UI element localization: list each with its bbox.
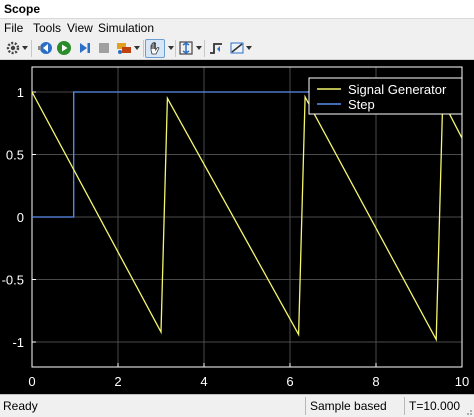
zoom-pan-hand-icon[interactable] xyxy=(145,39,165,58)
toolbar-separator xyxy=(31,40,32,57)
plot-legend[interactable]: Signal GeneratorStep xyxy=(308,77,463,115)
y-tick-label: 0.5 xyxy=(6,148,24,163)
status-ready: Ready xyxy=(3,399,38,413)
menu-tools[interactable]: Tools xyxy=(33,21,61,35)
scope-plot[interactable]: 1 0.5 0 -0.5 -1 0 2 4 6 8 10 Signal GeneratorStep xyxy=(0,60,474,394)
trigger-icon[interactable] xyxy=(208,40,224,56)
autoscale-icon[interactable] xyxy=(178,40,194,56)
zoom-dropdown-icon[interactable] xyxy=(168,46,174,50)
menu-view[interactable]: View xyxy=(67,21,93,35)
y-tick-label: -1 xyxy=(12,335,24,350)
menu-simulation[interactable]: Simulation xyxy=(98,21,154,35)
plot-series xyxy=(31,91,463,342)
y-axis-ticks: 1 0.5 0 -0.5 -1 xyxy=(2,85,36,350)
signal-generator-line xyxy=(31,91,463,342)
measurement-icon[interactable] xyxy=(229,40,245,56)
toolbar-separator xyxy=(175,40,176,57)
x-tick-label: 6 xyxy=(286,374,293,389)
step-forward-icon[interactable] xyxy=(77,40,93,56)
title-bar: Scope xyxy=(0,0,474,19)
y-tick-label: 0 xyxy=(17,210,24,225)
y-tick-label: 1 xyxy=(17,85,24,100)
scope-display[interactable]: 1 0.5 0 -0.5 -1 0 2 4 6 8 10 Signal Generator Step xyxy=(0,60,474,394)
settings-gear-icon[interactable] xyxy=(5,40,21,56)
resize-grip-icon[interactable] xyxy=(463,406,473,416)
highlight-icon[interactable] xyxy=(116,40,132,56)
x-tick-label: 4 xyxy=(200,374,207,389)
x-tick-label: 2 xyxy=(114,374,121,389)
stop-icon[interactable] xyxy=(96,40,112,56)
toolbar xyxy=(0,37,474,60)
step-back-icon[interactable] xyxy=(37,40,53,56)
status-time: T=10.000 xyxy=(404,397,462,415)
autoscale-dropdown-icon[interactable] xyxy=(196,46,202,50)
toolbar-separator xyxy=(143,40,144,57)
window-title: Scope xyxy=(4,2,41,16)
x-tick-label: 8 xyxy=(372,374,379,389)
x-tick-label: 10 xyxy=(455,374,469,389)
toolbar-separator xyxy=(204,40,205,57)
status-bar: Ready Sample based T=10.000 xyxy=(0,394,474,417)
legend-label-signal-generator: Signal Generator xyxy=(348,82,447,97)
menu-bar: File Tools View Simulation xyxy=(0,19,474,37)
run-icon[interactable] xyxy=(56,40,72,56)
measurement-dropdown-icon[interactable] xyxy=(246,46,252,50)
menu-file[interactable]: File xyxy=(4,21,23,35)
highlight-dropdown-icon[interactable] xyxy=(134,46,140,50)
y-tick-label: -0.5 xyxy=(2,273,24,288)
x-tick-label: 0 xyxy=(28,374,35,389)
settings-dropdown-icon[interactable] xyxy=(22,46,28,50)
legend-label-step: Step xyxy=(348,97,375,112)
status-sample-mode: Sample based xyxy=(305,397,402,415)
